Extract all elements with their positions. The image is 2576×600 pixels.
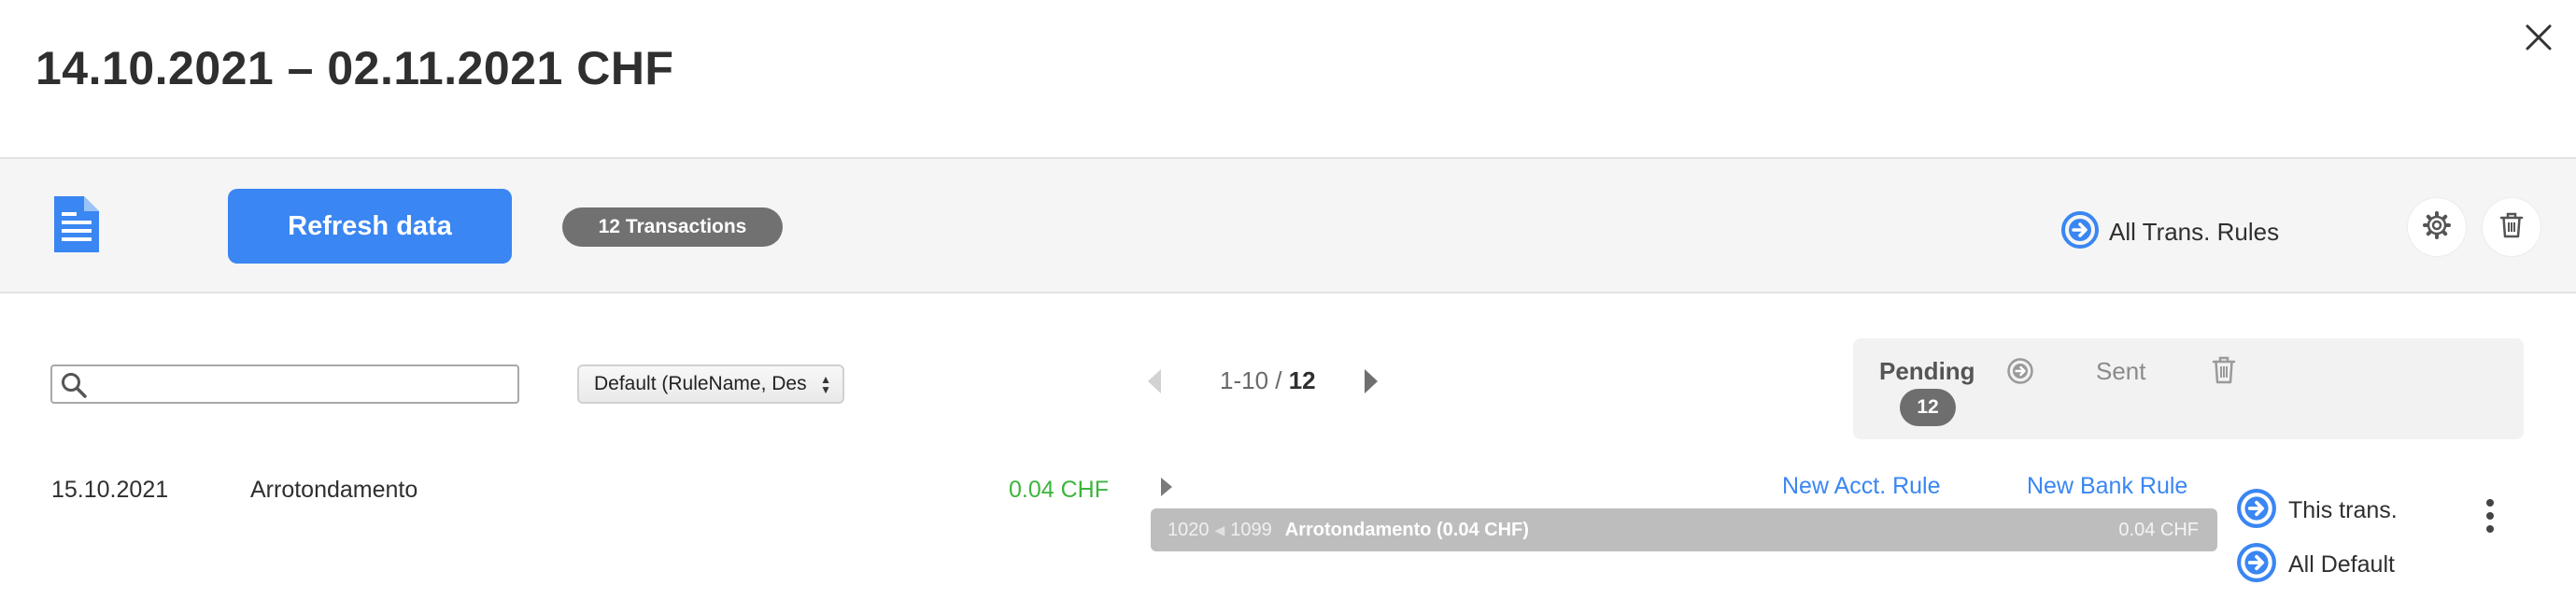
apply-all-default-button[interactable]: All Default: [2236, 542, 2395, 588]
pending-count-badge: 12: [1900, 389, 1956, 426]
arrow-circle-icon: [2060, 210, 2100, 254]
new-bank-rule-link[interactable]: New Bank Rule: [2027, 473, 2187, 500]
previous-page-button[interactable]: [1145, 366, 1164, 401]
pager-range-text: 1-10 /: [1220, 366, 1289, 394]
arrow-circle-icon: [2236, 488, 2277, 534]
this-trans-label: This trans.: [2288, 496, 2398, 523]
page-title: 14.10.2021 – 02.11.2021 CHF: [35, 42, 674, 94]
apply-this-trans-button[interactable]: This trans.: [2236, 488, 2398, 534]
kebab-menu-icon[interactable]: [2484, 497, 2496, 539]
pending-tab[interactable]: Pending: [1879, 357, 1975, 386]
transaction-amount: 0.04 CHF: [1009, 477, 1109, 503]
sent-tab[interactable]: Sent: [2096, 357, 2146, 386]
next-page-button[interactable]: [1362, 366, 1380, 401]
chevron-left-icon: ◀: [1214, 521, 1225, 537]
settings-button[interactable]: [2408, 198, 2466, 256]
rule-amount: 0.04 CHF: [2118, 519, 2199, 540]
transactions-count-badge: 12 Transactions: [562, 207, 783, 247]
select-arrows-icon: ▲ ▼: [820, 373, 831, 396]
trash-icon[interactable]: [2212, 355, 2236, 390]
pager-range: 1-10 / 12: [1220, 366, 1316, 395]
all-trans-rules-button[interactable]: All Trans. Rules: [2060, 210, 2280, 254]
rule-bar[interactable]: 1020 ◀ 1099 Arrotondamento (0.04 CHF) 0.…: [1151, 508, 2217, 551]
credit-account: 1099: [1230, 519, 1272, 540]
send-all-icon[interactable]: [2006, 357, 2034, 390]
delete-button[interactable]: [2483, 198, 2541, 256]
all-trans-rules-label: All Trans. Rules: [2109, 217, 2280, 246]
search-icon: [62, 373, 87, 398]
new-acct-rule-link[interactable]: New Acct. Rule: [1782, 473, 1941, 500]
rule-name: Arrotondamento (0.04 CHF): [1284, 519, 1529, 540]
sort-select[interactable]: Default (RuleName, Des ▲ ▼: [577, 364, 844, 404]
sort-select-value: Default (RuleName, Des: [594, 373, 807, 394]
transaction-date: 15.10.2021: [51, 477, 169, 503]
all-default-label: All Default: [2288, 550, 2395, 578]
trash-icon: [2498, 211, 2525, 244]
expand-arrow-icon[interactable]: [1158, 475, 1175, 504]
pager-total: 12: [1288, 366, 1316, 394]
document-icon[interactable]: [52, 194, 101, 254]
search-input[interactable]: [50, 364, 519, 404]
arrow-circle-icon: [2236, 542, 2277, 588]
refresh-data-button[interactable]: Refresh data: [228, 189, 512, 264]
gear-icon: [2423, 210, 2451, 244]
close-icon[interactable]: [2522, 21, 2555, 54]
debit-account: 1020: [1168, 519, 1210, 540]
status-panel: [1853, 338, 2524, 439]
transaction-description: Arrotondamento: [250, 477, 418, 503]
